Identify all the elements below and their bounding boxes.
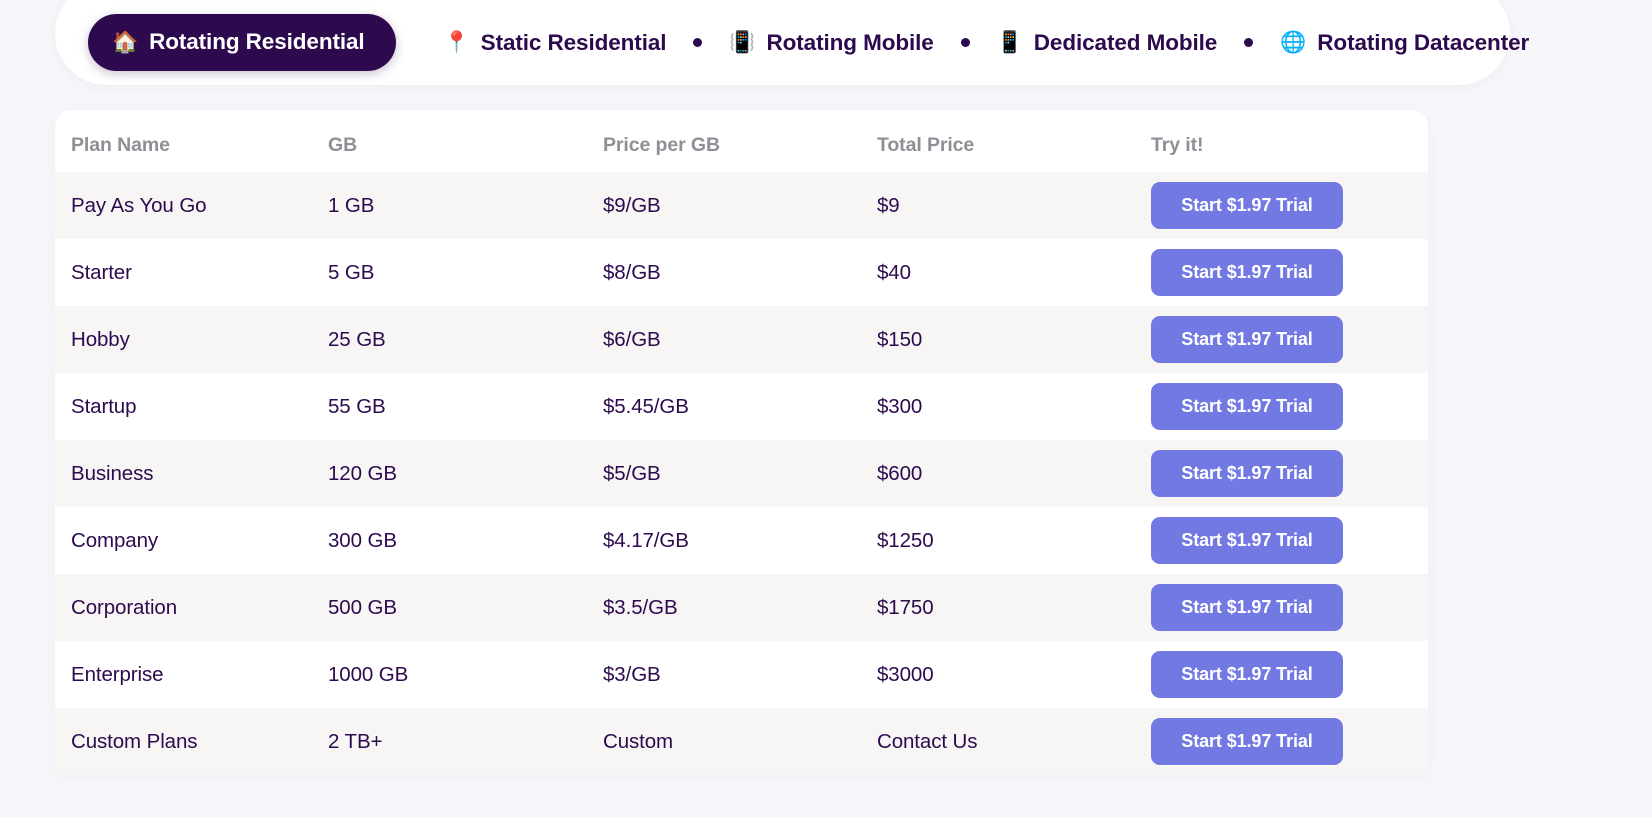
globe-icon: 🌐: [1280, 31, 1307, 54]
pricing-table-card: Plan Name GB Price per GB Total Price Try it…: [55, 110, 1428, 775]
gb-cell: 500 GB: [328, 595, 397, 619]
table-row: Company 300 GB $4.17/GB $1250 Start $1.97 Tr…: [55, 507, 1428, 574]
tab-label: Rotating Datacenter: [1317, 29, 1530, 55]
start-trial-button[interactable]: Start $1.97 Trial: [1151, 316, 1343, 363]
tab-separator-dot: [1244, 38, 1254, 47]
total-price-cell: $1250: [877, 528, 934, 552]
price-per-gb-cell: $4.17/GB: [603, 528, 689, 552]
price-per-gb-cell: $9/GB: [603, 193, 661, 217]
column-header-gb: GB: [328, 133, 358, 156]
try-it-cell: Start $1.97 Trial: [1151, 584, 1428, 631]
try-it-cell: Start $1.97 Trial: [1151, 249, 1428, 296]
plan-name-cell: Company: [71, 528, 159, 552]
total-price-cell: $300: [877, 394, 923, 418]
column-header-try-it: Try it!: [1151, 133, 1204, 156]
total-price-cell: $600: [877, 461, 923, 485]
gb-cell: 120 GB: [328, 461, 397, 485]
tab-label: Rotating Mobile: [766, 29, 934, 55]
table-row: Custom Plans 2 TB+ Custom Contact Us Start $…: [55, 708, 1428, 775]
start-trial-button[interactable]: Start $1.97 Trial: [1151, 383, 1343, 430]
plan-name-cell: Pay As You Go: [71, 193, 207, 217]
start-trial-button[interactable]: Start $1.97 Trial: [1151, 584, 1343, 631]
gb-cell: 1 GB: [328, 193, 375, 217]
plan-name-cell: Hobby: [71, 327, 130, 351]
try-it-cell: Start $1.97 Trial: [1151, 182, 1428, 229]
tab-static-residential[interactable]: 📍 Static Residential: [444, 30, 667, 56]
total-price-cell: Contact Us: [877, 729, 978, 753]
try-it-cell: Start $1.97 Trial: [1151, 316, 1428, 363]
try-it-cell: Start $1.97 Trial: [1151, 718, 1428, 765]
price-per-gb-cell: $8/GB: [603, 260, 661, 284]
tab-separator-dot: [960, 38, 970, 47]
gb-cell: 25 GB: [328, 327, 386, 351]
gb-cell: 1000 GB: [328, 662, 409, 686]
gb-cell: 300 GB: [328, 528, 397, 552]
start-trial-button[interactable]: Start $1.97 Trial: [1151, 182, 1343, 229]
table-row: Enterprise 1000 GB $3/GB $3000 Start $1.97 T…: [55, 641, 1428, 708]
column-header-plan-name: Plan Name: [71, 133, 170, 156]
start-trial-button[interactable]: Start $1.97 Trial: [1151, 450, 1343, 497]
table-row: Business 120 GB $5/GB $600 Start $1.97 Trial: [55, 440, 1428, 507]
try-it-cell: Start $1.97 Trial: [1151, 517, 1428, 564]
tab-rotating-datacenter[interactable]: 🌐 Rotating Datacenter: [1280, 30, 1529, 56]
price-per-gb-cell: $6/GB: [603, 327, 661, 351]
try-it-cell: Start $1.97 Trial: [1151, 450, 1428, 497]
gb-cell: 2 TB+: [328, 729, 383, 753]
tab-rotating-mobile[interactable]: 📳 Rotating Mobile: [729, 30, 933, 56]
total-price-cell: $1750: [877, 595, 934, 619]
gb-cell: 55 GB: [328, 394, 386, 418]
table-row: Startup 55 GB $5.45/GB $300 Start $1.97 Tria…: [55, 373, 1428, 440]
tab-label: Static Residential: [480, 29, 667, 55]
house-icon: 🏠: [112, 30, 139, 54]
start-trial-button[interactable]: Start $1.97 Trial: [1151, 517, 1343, 564]
total-price-cell: $40: [877, 260, 911, 284]
price-per-gb-cell: $3/GB: [603, 662, 661, 686]
price-per-gb-cell: $5/GB: [603, 461, 661, 485]
table-row: Corporation 500 GB $3.5/GB $1750 Start $1.97…: [55, 574, 1428, 641]
tab-label: Dedicated Mobile: [1033, 29, 1218, 55]
tab-separator-dot: [693, 38, 703, 47]
plan-name-cell: Business: [71, 461, 154, 485]
table-row: Pay As You Go 1 GB $9/GB $9 Start $1.97 Tria…: [55, 172, 1428, 239]
tab-rotating-residential[interactable]: 🏠 Rotating Residential: [88, 14, 396, 71]
plan-name-cell: Corporation: [71, 595, 178, 619]
plan-name-cell: Enterprise: [71, 662, 164, 686]
try-it-cell: Start $1.97 Trial: [1151, 383, 1428, 430]
gb-cell: 5 GB: [328, 260, 375, 284]
pricing-table-body: Pay As You Go 1 GB $9/GB $9 Start $1.97 Tria…: [55, 172, 1428, 775]
start-trial-button[interactable]: Start $1.97 Trial: [1151, 718, 1343, 765]
map-pin-icon: 📍: [443, 31, 470, 54]
mobile-phone-icon: 📱: [996, 31, 1023, 54]
vibration-mode-icon: 📳: [729, 31, 756, 54]
total-price-cell: $3000: [877, 662, 934, 686]
column-header-price-per-gb: Price per GB: [603, 133, 720, 156]
try-it-cell: Start $1.97 Trial: [1151, 651, 1428, 698]
plan-name-cell: Custom Plans: [71, 729, 198, 753]
plan-type-tabs[interactable]: 🏠 Rotating Residential 📍 Static Residential…: [55, 0, 1529, 85]
price-per-gb-cell: $5.45/GB: [603, 394, 689, 418]
plan-type-tabbar-card: 🏠 Rotating Residential 📍 Static Residential…: [55, 0, 1529, 85]
table-row: Hobby 25 GB $6/GB $150 Start $1.97 Trial: [55, 306, 1428, 373]
price-per-gb-cell: Custom: [603, 729, 674, 753]
total-price-cell: $9: [877, 193, 900, 217]
plan-name-cell: Starter: [71, 260, 132, 284]
tab-dedicated-mobile[interactable]: 📱 Dedicated Mobile: [997, 30, 1218, 56]
table-row: Starter 5 GB $8/GB $40 Start $1.97 Trial: [55, 239, 1428, 306]
total-price-cell: $150: [877, 327, 923, 351]
plan-name-cell: Startup: [71, 394, 137, 418]
column-header-total-price: Total Price: [877, 133, 975, 156]
tab-label: Rotating Residential: [149, 29, 365, 54]
price-per-gb-cell: $3.5/GB: [603, 595, 678, 619]
pricing-table-header-row: Plan Name GB Price per GB Total Price Try it…: [55, 110, 1428, 172]
start-trial-button[interactable]: Start $1.97 Trial: [1151, 249, 1343, 296]
start-trial-button[interactable]: Start $1.97 Trial: [1151, 651, 1343, 698]
